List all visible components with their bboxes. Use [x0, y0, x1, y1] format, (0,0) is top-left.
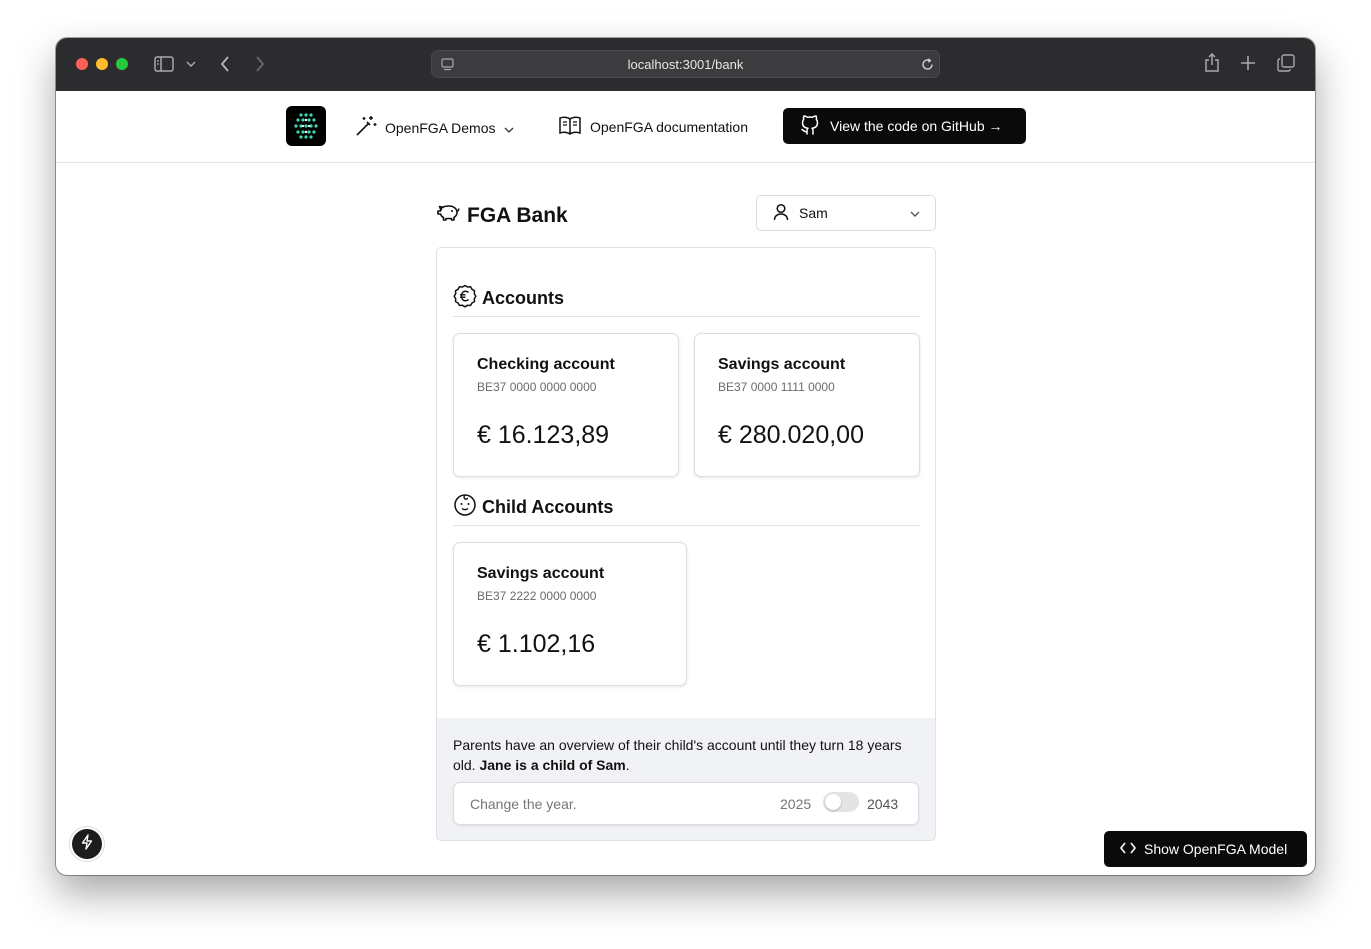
parent-overview-notice: Parents have an overview of their child'…	[453, 735, 923, 775]
code-icon	[1119, 841, 1137, 857]
account-name: Savings account	[718, 356, 846, 373]
browser-window: localhost:3001/bank OpenFGA Demos OpenFG…	[56, 38, 1315, 875]
share-icon[interactable]	[1202, 52, 1222, 74]
user-select-value: Sam	[799, 205, 828, 221]
nav-openfga-demos[interactable]: OpenFGA Demos	[355, 115, 514, 140]
child-accounts-section-title: Child Accounts	[453, 493, 613, 522]
minimize-window-button[interactable]	[96, 58, 108, 70]
user-select[interactable]: Sam	[756, 195, 936, 231]
nav-openfga-documentation[interactable]: OpenFGA documentation	[558, 115, 748, 138]
child-account-card[interactable]: Savings account BE37 2222 0000 0000 € 1.…	[453, 542, 687, 686]
github-button[interactable]: View the code on GitHub →	[783, 108, 1026, 144]
year-switcher: Change the year. 2025 2043	[453, 782, 919, 825]
zoom-window-button[interactable]	[116, 58, 128, 70]
chevron-down-icon	[504, 120, 514, 136]
account-card[interactable]: Checking account BE37 0000 0000 0000 € 1…	[453, 333, 679, 477]
notice-highlight: Jane is a child of Sam	[479, 757, 626, 773]
toggle-knob	[825, 794, 841, 810]
account-balance: € 280.020,00	[718, 421, 864, 449]
year-to: 2043	[867, 796, 899, 812]
back-icon[interactable]	[218, 54, 232, 74]
address-bar[interactable]: localhost:3001/bank	[431, 50, 940, 78]
github-button-label: View the code on GitHub →	[830, 118, 1003, 134]
account-iban: BE37 0000 0000 0000	[477, 380, 597, 394]
year-toggle[interactable]	[823, 792, 859, 812]
nav-demos-label: OpenFGA Demos	[385, 119, 496, 136]
reload-icon[interactable]	[920, 57, 934, 71]
magic-wand-icon	[355, 115, 377, 140]
openfga-logo[interactable]	[286, 106, 326, 146]
site-header: OpenFGA Demos OpenFGA documentation View…	[56, 91, 1315, 163]
account-iban: BE37 2222 0000 0000	[477, 589, 597, 603]
accounts-section-title: Accounts	[453, 284, 564, 313]
forward-icon[interactable]	[253, 54, 267, 74]
browser-toolbar: localhost:3001/bank	[56, 38, 1315, 91]
divider	[453, 525, 920, 526]
accounts-title-text: Accounts	[482, 288, 565, 308]
accounts-panel: Accounts Checking account BE37 0000 0000…	[436, 247, 936, 841]
divider	[453, 316, 920, 317]
chevron-down-icon	[909, 207, 921, 223]
show-model-button[interactable]: Show OpenFGA Model	[1104, 831, 1307, 867]
lightning-icon	[81, 833, 93, 855]
panel-footer: Parents have an overview of their child'…	[437, 718, 935, 840]
sidebar-icon[interactable]	[153, 54, 175, 74]
book-open-icon	[558, 115, 582, 138]
tab-overview-icon[interactable]	[1276, 54, 1296, 72]
year-from: 2025	[780, 796, 812, 812]
account-balance: € 1.102,16	[477, 630, 596, 658]
account-card[interactable]: Savings account BE37 0000 1111 0000 € 28…	[694, 333, 920, 477]
url-text: localhost:3001/bank	[627, 57, 744, 72]
child-accounts-title-text: Child Accounts	[482, 497, 614, 517]
account-balance: € 16.123,89	[477, 421, 610, 449]
account-iban: BE37 0000 1111 0000	[718, 380, 835, 394]
piggy-bank-icon	[436, 203, 460, 229]
user-icon	[773, 203, 789, 224]
nav-docs-label: OpenFGA documentation	[590, 118, 748, 135]
baby-face-icon	[453, 493, 477, 522]
year-switcher-label: Change the year.	[470, 796, 577, 812]
chevron-down-icon[interactable]	[185, 58, 197, 70]
new-tab-icon[interactable]	[1239, 54, 1257, 72]
bank-title-text: FGA Bank	[467, 204, 568, 227]
close-window-button[interactable]	[76, 58, 88, 70]
notice-end: .	[625, 757, 630, 773]
account-name: Checking account	[477, 356, 615, 373]
show-model-label: Show OpenFGA Model	[1144, 841, 1288, 857]
page-title: FGA Bank	[436, 203, 568, 229]
dev-tools-button[interactable]	[72, 829, 102, 859]
account-name: Savings account	[477, 565, 605, 582]
github-icon	[800, 114, 820, 139]
euro-circle-icon	[453, 284, 477, 313]
